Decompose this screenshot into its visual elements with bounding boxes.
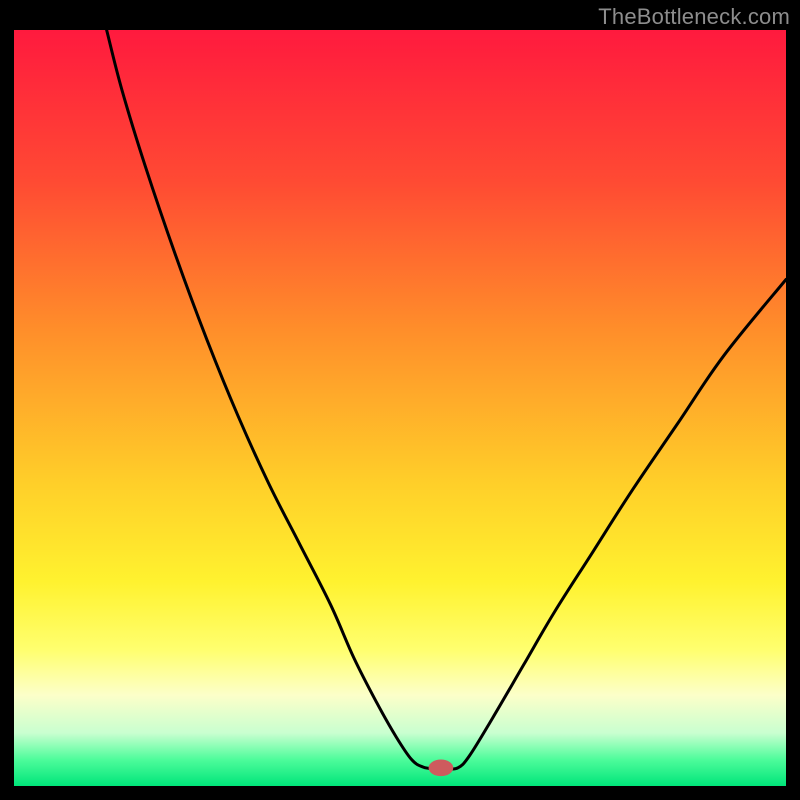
watermark-text: TheBottleneck.com <box>598 4 790 30</box>
bottleneck-marker <box>429 760 454 777</box>
chart-frame <box>14 30 786 786</box>
chart-background <box>14 30 786 786</box>
bottleneck-chart <box>14 30 786 786</box>
marker-group <box>429 760 454 777</box>
